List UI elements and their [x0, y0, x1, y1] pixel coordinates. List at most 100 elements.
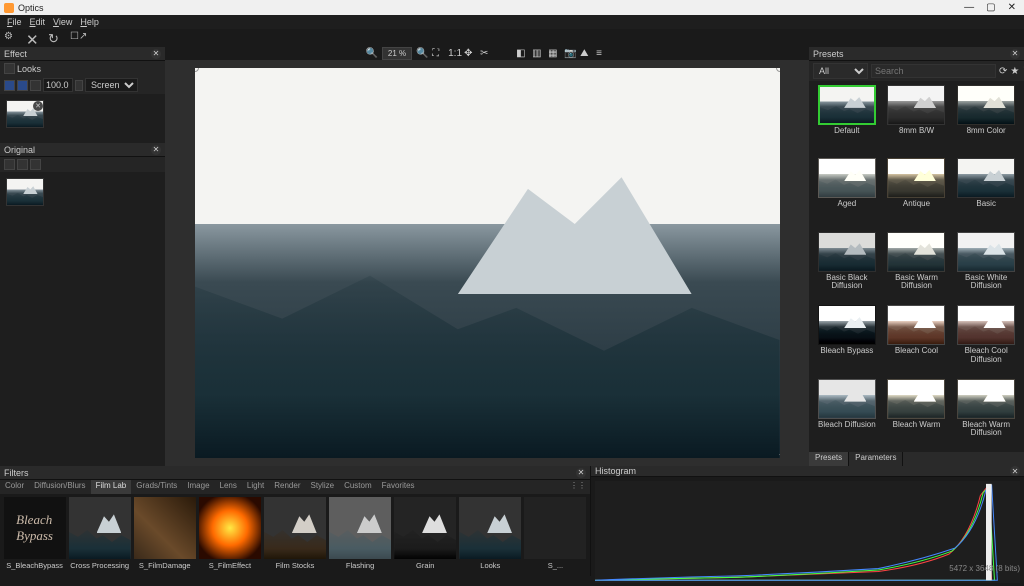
filter-tab[interactable]: Light [242, 480, 269, 494]
effect-panel-close-icon[interactable]: ✕ [151, 49, 161, 59]
actual-size-icon[interactable]: 1:1 [448, 48, 460, 60]
preset-item[interactable]: Basic [954, 158, 1018, 227]
crop-handle-bl[interactable] [195, 454, 199, 458]
filter-thumb [459, 497, 521, 559]
tab-parameters[interactable]: Parameters [849, 452, 903, 466]
menu-edit[interactable]: Edit [27, 17, 49, 27]
crop-handle-tl[interactable] [195, 68, 199, 72]
zoom-level[interactable]: 21 % [382, 47, 412, 60]
export-icon[interactable]: ☐↗ [70, 31, 84, 45]
filter-tab[interactable]: Render [269, 480, 305, 494]
preset-thumb [818, 158, 876, 198]
preset-category-select[interactable]: All [813, 63, 868, 79]
close-button[interactable]: ✕ [1008, 2, 1016, 13]
presets-panel-close-icon[interactable]: ✕ [1010, 49, 1020, 59]
preset-item[interactable]: Aged [815, 158, 879, 227]
preset-item[interactable]: Bleach Cool [885, 305, 949, 374]
filter-tab[interactable]: Grads/Tints [131, 480, 182, 494]
preset-item[interactable]: Bleach Diffusion [815, 379, 879, 448]
image-canvas[interactable] [195, 68, 780, 458]
compare-split-icon[interactable]: ◧ [516, 48, 528, 60]
preset-thumb [887, 158, 945, 198]
visibility-icon[interactable] [4, 80, 15, 91]
preset-item[interactable]: Basic Black Diffusion [815, 232, 879, 301]
preset-item[interactable]: 8mm Color [954, 85, 1018, 154]
filter-item[interactable]: Looks [459, 497, 522, 573]
remove-layer-icon[interactable]: ✕ [33, 101, 43, 111]
preset-label: Basic [976, 200, 996, 216]
cancel-icon[interactable]: ✕ [26, 31, 40, 45]
refresh-icon[interactable]: ↻ [48, 31, 62, 45]
filter-tab[interactable]: Diffusion/Blurs [29, 480, 90, 494]
blend-mode-select[interactable]: Screen [85, 78, 138, 92]
link-icon[interactable] [30, 80, 41, 91]
filter-label: S_... [524, 561, 586, 570]
fit-icon[interactable]: ⛶ [432, 48, 444, 60]
filter-label: Looks [459, 561, 521, 570]
info-icon[interactable]: ≡ [596, 48, 608, 60]
filter-tab[interactable]: Color [0, 480, 29, 494]
original-toggle-b[interactable] [17, 159, 28, 170]
filter-tabs-more-icon[interactable]: ⋮⋮ [566, 480, 590, 494]
preset-item[interactable]: Bleach Cool Diffusion [954, 305, 1018, 374]
compare-grid-icon[interactable]: ▦ [548, 48, 560, 60]
zoom-in-icon[interactable]: 🔍 [416, 48, 428, 60]
filter-tab[interactable]: Favorites [377, 480, 420, 494]
zoom-out-icon[interactable]: 🔍 [366, 48, 378, 60]
preset-label: Antique [903, 200, 930, 216]
filter-item[interactable]: S_... [524, 497, 587, 573]
filter-item[interactable]: S_FilmEffect [198, 497, 261, 573]
menu-file[interactable]: File [4, 17, 25, 27]
effect-layer-thumb[interactable]: ✕ [6, 100, 44, 128]
crop-handle-tr[interactable] [776, 68, 780, 72]
preset-refresh-icon[interactable]: ⟳ [999, 66, 1007, 77]
filter-tab[interactable]: Custom [339, 480, 377, 494]
filter-tab[interactable]: Stylize [306, 480, 340, 494]
viewport-toolbar: 🔍 21 % 🔍 ⛶ 1:1 ✥ ✂ ◧ ▥ ▦ 📷 ⛰ ≡ [165, 47, 809, 60]
histogram-panel-close-icon[interactable]: ✕ [1010, 466, 1020, 476]
pan-icon[interactable]: ✥ [464, 48, 476, 60]
filter-item[interactable]: Flashing [329, 497, 392, 573]
original-toggle-c[interactable] [30, 159, 41, 170]
opacity-input[interactable] [43, 78, 73, 92]
filter-item[interactable]: Cross Processing [68, 497, 131, 573]
original-thumb[interactable] [6, 178, 44, 206]
preset-thumb [887, 379, 945, 419]
preset-item[interactable]: Bleach Warm [885, 379, 949, 448]
original-panel-close-icon[interactable]: ✕ [151, 145, 161, 155]
preset-item[interactable]: 8mm B/W [885, 85, 949, 154]
tab-presets[interactable]: Presets [809, 452, 849, 466]
preset-item[interactable]: Basic Warm Diffusion [885, 232, 949, 301]
preset-item[interactable]: Bleach Warm Diffusion [954, 379, 1018, 448]
menu-view[interactable]: View [50, 17, 75, 27]
layer-toggle-icon[interactable] [4, 63, 15, 74]
preset-thumb [818, 379, 876, 419]
filter-tab[interactable]: Lens [215, 480, 242, 494]
mask-icon[interactable] [17, 80, 28, 91]
filter-item[interactable]: Grain [394, 497, 457, 573]
original-toggle-a[interactable] [4, 159, 15, 170]
snapshot-icon[interactable]: 📷 [564, 48, 576, 60]
preset-item[interactable]: Bleach Bypass [815, 305, 879, 374]
filter-tab[interactable]: Film Lab [91, 480, 132, 494]
crop-icon[interactable]: ✂ [480, 48, 492, 60]
preset-item[interactable]: Default [815, 85, 879, 154]
maximize-button[interactable]: ▢ [986, 2, 995, 13]
preset-item[interactable]: Antique [885, 158, 949, 227]
filter-item[interactable]: S_FilmDamage [133, 497, 196, 573]
crop-handle-br[interactable] [776, 454, 780, 458]
histogram-toggle-icon[interactable]: ⛰ [580, 48, 592, 60]
opacity-stepper[interactable] [75, 80, 83, 91]
filter-item[interactable]: Film Stocks [263, 497, 326, 573]
preset-thumb [957, 379, 1015, 419]
filter-tab[interactable]: Image [182, 480, 214, 494]
filters-panel-close-icon[interactable]: ✕ [576, 468, 586, 478]
filter-item[interactable]: Bleach BypassS_BleachBypass [3, 497, 66, 573]
preset-fav-icon[interactable]: ★ [1010, 66, 1019, 77]
preset-item[interactable]: Basic White Diffusion [954, 232, 1018, 301]
menu-help[interactable]: Help [77, 17, 102, 27]
preset-search-input[interactable] [871, 64, 996, 78]
minimize-button[interactable]: — [964, 2, 974, 13]
settings-icon[interactable]: ⚙ [4, 31, 18, 45]
compare-side-icon[interactable]: ▥ [532, 48, 544, 60]
